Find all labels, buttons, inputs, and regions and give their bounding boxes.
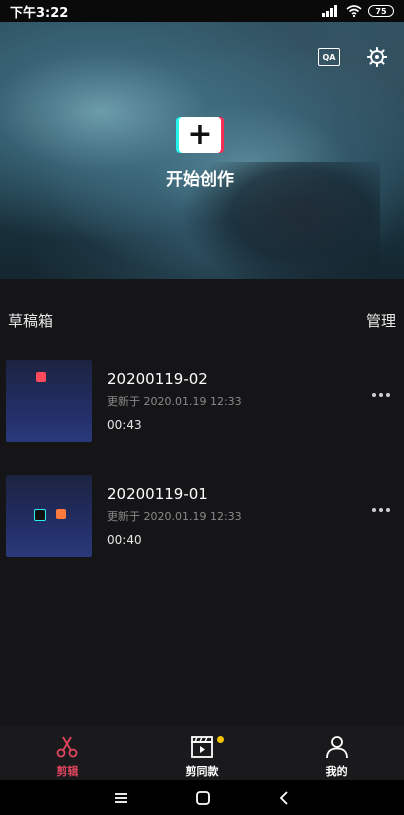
more-options-icon[interactable] (372, 390, 394, 400)
drafts-header: 草稿箱 管理 (0, 306, 404, 334)
draft-title: 20200119-01 (107, 485, 208, 503)
system-nav-bar (0, 780, 404, 815)
qa-help-button[interactable]: QA (318, 48, 340, 66)
tab-label: 剪同款 (185, 765, 219, 778)
draft-updated-time: 更新于 2020.01.19 12:33 (107, 510, 242, 523)
manage-button[interactable]: 管理 (366, 310, 396, 331)
battery-level: 75 (375, 6, 387, 16)
tab-label: 我的 (325, 765, 348, 778)
tab-edit[interactable]: 剪辑 (0, 726, 135, 780)
app-screen: 下午3:22 75 QA + 开始创作 草稿箱 管理 20200119-02 更… (0, 0, 404, 815)
back-icon[interactable] (277, 790, 291, 806)
app-icon (36, 372, 46, 382)
status-icons: 75 (322, 5, 394, 17)
tab-label: 剪辑 (56, 765, 79, 778)
menu-icon[interactable] (113, 791, 129, 805)
status-time: 下午3:22 (10, 5, 69, 21)
draft-thumbnail[interactable] (6, 360, 92, 442)
bottom-tab-bar: 剪辑 剪同款 我的 (0, 726, 404, 780)
hero-banner: QA + 开始创作 (0, 22, 404, 279)
draft-title: 20200119-02 (107, 370, 208, 388)
app-icon (56, 509, 66, 519)
draft-item[interactable]: 20200119-02 更新于 2020.01.19 12:33 00:43 (0, 360, 404, 444)
app-icon (34, 509, 46, 521)
draft-duration: 00:40 (107, 533, 142, 547)
scissors-icon (56, 736, 78, 758)
clapperboard-icon (191, 736, 213, 758)
settings-gear-icon[interactable] (366, 46, 388, 68)
start-create-label[interactable]: 开始创作 (150, 165, 250, 190)
person-icon (325, 736, 348, 759)
status-bar: 下午3:22 75 (0, 0, 404, 22)
start-create-button[interactable]: + (179, 117, 221, 153)
tab-profile[interactable]: 我的 (269, 726, 404, 780)
draft-thumbnail[interactable] (6, 475, 92, 557)
more-options-icon[interactable] (372, 505, 394, 515)
draft-item[interactable]: 20200119-01 更新于 2020.01.19 12:33 00:40 (0, 475, 404, 559)
draft-duration: 00:43 (107, 418, 142, 432)
tab-templates[interactable]: 剪同款 (135, 726, 270, 780)
new-badge (216, 736, 224, 743)
battery-icon: 75 (368, 5, 394, 17)
signal-icon (322, 5, 337, 17)
plus-icon: + (187, 117, 213, 152)
drafts-title: 草稿箱 (8, 311, 54, 330)
wifi-icon (346, 5, 362, 17)
draft-updated-time: 更新于 2020.01.19 12:33 (107, 395, 242, 408)
qa-label: QA (322, 52, 336, 62)
home-icon[interactable] (195, 790, 211, 806)
